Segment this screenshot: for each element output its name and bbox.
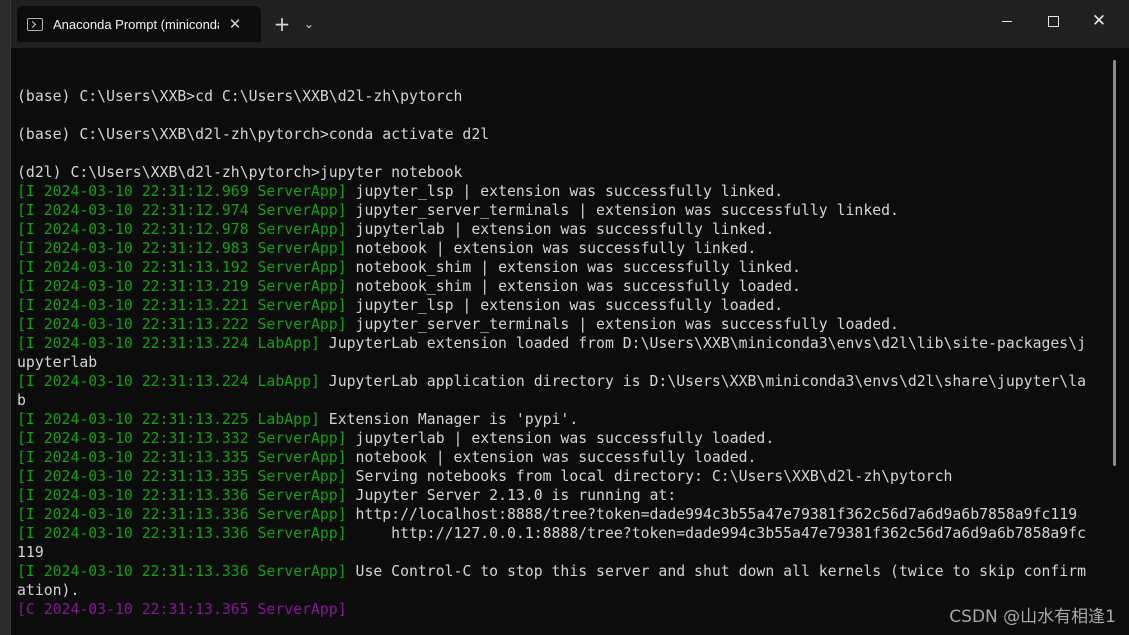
minimize-button[interactable] — [984, 0, 1030, 42]
log-text: ation). — [17, 582, 80, 599]
console-line: [I 2024-03-10 22:31:13.225 LabApp] Exten… — [17, 410, 1111, 429]
log-text: JupyterLab extension loaded from D:\User… — [319, 335, 1087, 352]
log-text: notebook_shim | extension was successful… — [346, 278, 801, 295]
console-line: [I 2024-03-10 22:31:13.336 ServerApp] Ju… — [17, 486, 1111, 505]
log-text: jupyter_server_terminals | extension was… — [346, 202, 899, 219]
log-prefix: [I 2024-03-10 22:31:13.192 ServerApp] — [17, 259, 347, 276]
console-line: (d2l) C:\Users\XXB\d2l-zh\pytorch>jupyte… — [17, 163, 1111, 182]
console-line: [I 2024-03-10 22:31:13.336 ServerApp] ht… — [17, 524, 1111, 543]
plus-icon[interactable]: + — [269, 10, 295, 38]
console-line: [I 2024-03-10 22:31:13.335 ServerApp] no… — [17, 448, 1111, 467]
log-text: Extension Manager is 'pypi'. — [319, 411, 579, 428]
log-prefix: [I 2024-03-10 22:31:12.974 ServerApp] — [17, 202, 347, 219]
console-line: b — [17, 391, 1111, 410]
log-prefix: [C 2024-03-10 22:31:13.365 ServerApp] — [17, 601, 347, 618]
log-prefix: [I 2024-03-10 22:31:13.222 ServerApp] — [17, 316, 347, 333]
log-text: jupyter_lsp | extension was successfully… — [346, 183, 784, 200]
tab-title: Anaconda Prompt (miniconda — [53, 16, 219, 32]
log-prefix: [I 2024-03-10 22:31:13.219 ServerApp] — [17, 278, 347, 295]
log-text: notebook | extension was successfully lo… — [346, 449, 757, 466]
log-prefix: [I 2024-03-10 22:31:13.336 ServerApp] — [17, 487, 347, 504]
terminal-icon — [27, 17, 43, 31]
window-close-button[interactable]: ✕ — [1076, 0, 1122, 42]
log-prefix: [I 2024-03-10 22:31:13.336 ServerApp] — [17, 563, 347, 580]
log-text: (base) C:\Users\XXB>cd C:\Users\XXB\d2l-… — [17, 88, 463, 105]
log-prefix: [I 2024-03-10 22:31:13.224 LabApp] — [17, 373, 320, 390]
log-text: jupyter_lsp | extension was successfully… — [346, 297, 784, 314]
watermark-text: CSDN @山水有相逢1 — [949, 607, 1116, 627]
log-prefix: [I 2024-03-10 22:31:13.335 ServerApp] — [17, 449, 347, 466]
log-text: jupyterlab | extension was successfully … — [346, 430, 775, 447]
log-prefix: [I 2024-03-10 22:31:13.335 ServerApp] — [17, 468, 347, 485]
console-line: [I 2024-03-10 22:31:13.192 ServerApp] no… — [17, 258, 1111, 277]
log-prefix: [I 2024-03-10 22:31:13.221 ServerApp] — [17, 297, 347, 314]
log-prefix: [I 2024-03-10 22:31:13.336 ServerApp] — [17, 525, 347, 542]
close-icon: ✕ — [1091, 11, 1107, 31]
console-line: [I 2024-03-10 22:31:13.336 ServerApp] ht… — [17, 505, 1111, 524]
chevron-down-icon[interactable]: ⌄ — [299, 10, 319, 38]
log-text: http://127.0.0.1:8888/tree?token=dade994… — [346, 525, 1087, 542]
console-line: 119 — [17, 543, 1111, 562]
console-line: upyterlab — [17, 353, 1111, 372]
close-icon[interactable]: ✕ — [225, 15, 245, 33]
console-line: [I 2024-03-10 22:31:13.332 ServerApp] ju… — [17, 429, 1111, 448]
background-window-edge — [0, 0, 10, 635]
log-text: jupyterlab | extension was successfully … — [346, 221, 775, 238]
console-line: [I 2024-03-10 22:31:12.983 ServerApp] no… — [17, 239, 1111, 258]
console-line: [C 2024-03-10 22:31:13.365 ServerApp] — [17, 600, 1111, 619]
console-line: [I 2024-03-10 22:31:13.219 ServerApp] no… — [17, 277, 1111, 296]
log-text: Serving notebooks from local directory: … — [346, 468, 953, 485]
log-text: upyterlab — [17, 354, 98, 371]
title-bar[interactable]: Anaconda Prompt (miniconda ✕ + ⌄ ✕ — [11, 0, 1129, 48]
maximize-button[interactable] — [1030, 0, 1076, 42]
log-text: JupyterLab application directory is D:\U… — [319, 373, 1087, 390]
log-prefix: [I 2024-03-10 22:31:12.983 ServerApp] — [17, 240, 347, 257]
log-text: http://localhost:8888/tree?token=dade994… — [346, 506, 1078, 523]
log-text: notebook_shim | extension was successful… — [346, 259, 801, 276]
log-text: (d2l) C:\Users\XXB\d2l-zh\pytorch>jupyte… — [17, 164, 463, 181]
console-line: [I 2024-03-10 22:31:13.224 LabApp] Jupyt… — [17, 372, 1111, 391]
terminal-window: Anaconda Prompt (miniconda ✕ + ⌄ ✕ (base… — [10, 0, 1129, 635]
console-line: [I 2024-03-10 22:31:12.969 ServerApp] ju… — [17, 182, 1111, 201]
log-prefix: [I 2024-03-10 22:31:13.224 LabApp] — [17, 335, 320, 352]
log-prefix: [I 2024-03-10 22:31:13.225 LabApp] — [17, 411, 320, 428]
log-prefix: [I 2024-03-10 22:31:13.332 ServerApp] — [17, 430, 347, 447]
log-text: Jupyter Server 2.13.0 is running at: — [346, 487, 677, 504]
minimize-icon — [1002, 20, 1012, 22]
log-text: 119 — [17, 544, 44, 561]
console-line: ation). — [17, 581, 1111, 600]
console-line: (base) C:\Users\XXB\d2l-zh\pytorch>conda… — [17, 125, 1111, 144]
log-text: notebook | extension was successfully li… — [346, 240, 757, 257]
console-line: [I 2024-03-10 22:31:13.222 ServerApp] ju… — [17, 315, 1111, 334]
console-line: [I 2024-03-10 22:31:12.978 ServerApp] ju… — [17, 220, 1111, 239]
log-text: (base) C:\Users\XXB\d2l-zh\pytorch>conda… — [17, 126, 490, 143]
console-line: [I 2024-03-10 22:31:12.974 ServerApp] ju… — [17, 201, 1111, 220]
console-line: [I 2024-03-10 22:31:13.335 ServerApp] Se… — [17, 467, 1111, 486]
terminal-output[interactable]: (base) C:\Users\XXB>cd C:\Users\XXB\d2l-… — [17, 68, 1111, 619]
console-line: [I 2024-03-10 22:31:13.224 LabApp] Jupyt… — [17, 334, 1111, 353]
log-text: b — [17, 392, 26, 409]
log-text: jupyter_server_terminals | extension was… — [346, 316, 899, 333]
vertical-scrollbar[interactable] — [1113, 60, 1116, 466]
console-line: [I 2024-03-10 22:31:13.221 ServerApp] ju… — [17, 296, 1111, 315]
tab-anaconda-prompt[interactable]: Anaconda Prompt (miniconda ✕ — [17, 6, 261, 42]
console-line: (base) C:\Users\XXB>cd C:\Users\XXB\d2l-… — [17, 87, 1111, 106]
log-text: Use Control-C to stop this server and sh… — [346, 563, 1087, 580]
log-prefix: [I 2024-03-10 22:31:12.978 ServerApp] — [17, 221, 347, 238]
log-prefix: [I 2024-03-10 22:31:13.336 ServerApp] — [17, 506, 347, 523]
maximize-icon — [1047, 15, 1059, 27]
console-line: [I 2024-03-10 22:31:13.336 ServerApp] Us… — [17, 562, 1111, 581]
log-prefix: [I 2024-03-10 22:31:12.969 ServerApp] — [17, 183, 347, 200]
